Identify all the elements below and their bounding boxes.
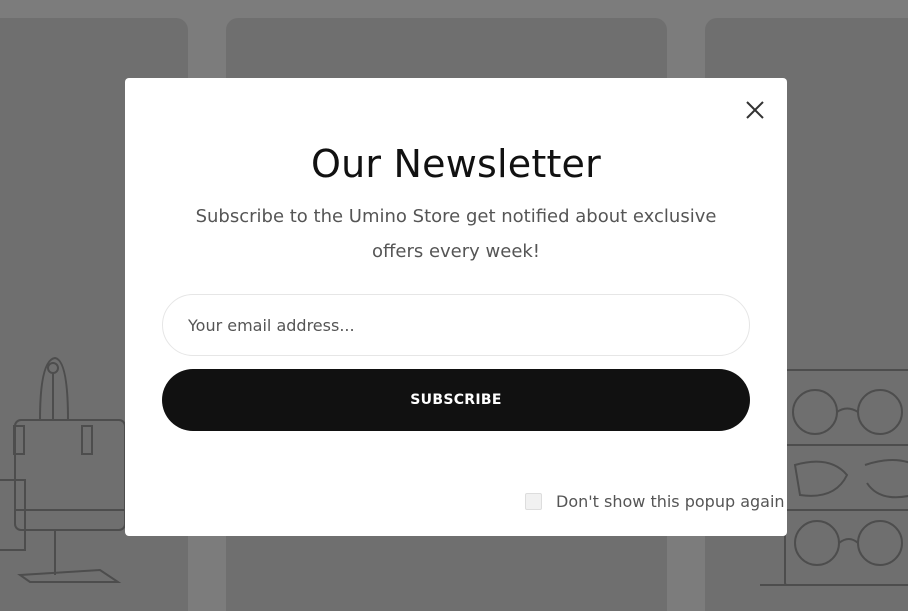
close-icon bbox=[746, 101, 764, 119]
page: Our Newsletter Subscribe to the Umino St… bbox=[0, 0, 908, 611]
dont-show-again-option[interactable]: Don't show this popup again bbox=[525, 490, 785, 512]
subscribe-button[interactable]: SUBSCRIBE bbox=[162, 369, 750, 431]
newsletter-title: Our Newsletter bbox=[311, 142, 601, 186]
dont-show-checkbox[interactable] bbox=[525, 492, 542, 510]
close-button[interactable] bbox=[744, 99, 766, 121]
newsletter-subtitle: Subscribe to the Umino Store get notifie… bbox=[195, 206, 717, 262]
dont-show-label: Don't show this popup again bbox=[556, 491, 785, 511]
email-input[interactable] bbox=[162, 294, 750, 356]
newsletter-modal: Our Newsletter Subscribe to the Umino St… bbox=[125, 78, 787, 536]
handbag-illustration bbox=[0, 356, 126, 583]
